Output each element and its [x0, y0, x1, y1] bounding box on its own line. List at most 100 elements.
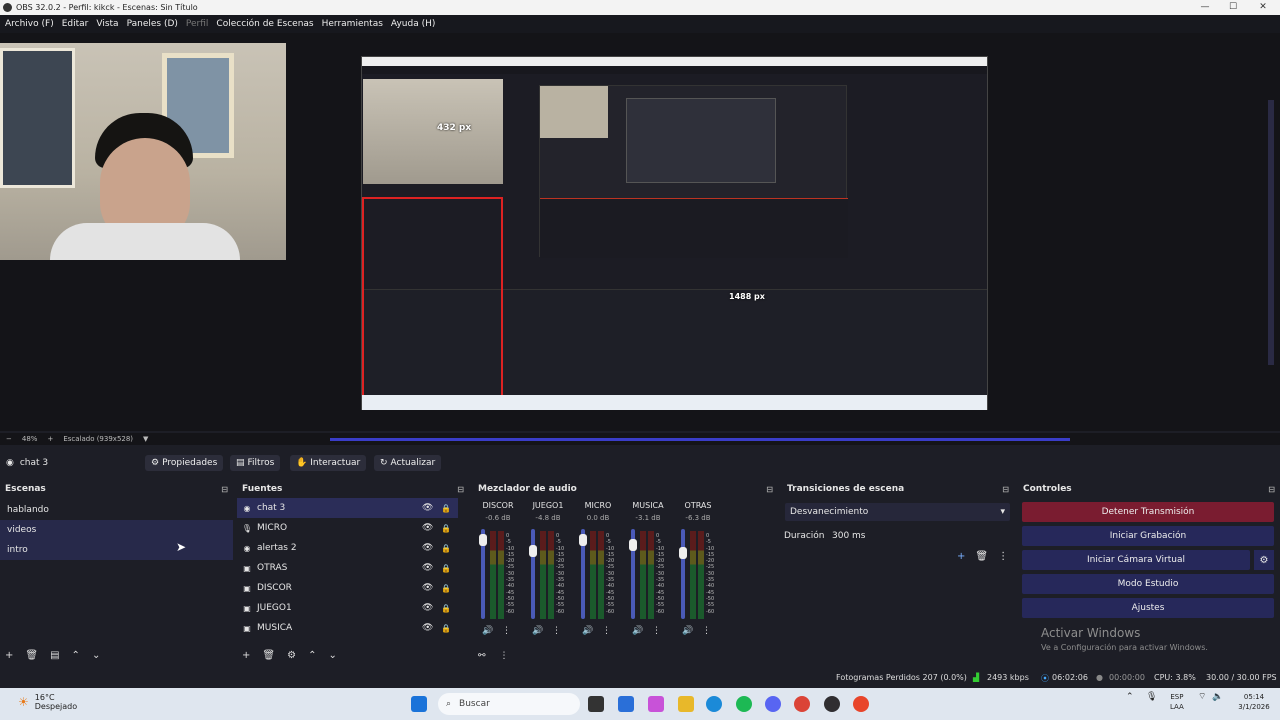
menu-vista[interactable]: Vista	[96, 19, 118, 29]
dock-menu-icon[interactable]: ⊟	[221, 485, 228, 494]
trash-icon[interactable]: 🗑	[262, 650, 275, 661]
fader-handle[interactable]	[679, 546, 687, 559]
lock-icon[interactable]: 🔒	[441, 524, 451, 533]
volume-icon[interactable]: 🔈	[1212, 692, 1223, 702]
lock-icon[interactable]: 🔒	[441, 604, 451, 613]
kebab-menu-icon[interactable]: ⋮	[602, 626, 611, 636]
add-icon[interactable]: +	[242, 650, 250, 661]
eye-icon[interactable]: 👁	[422, 623, 433, 633]
transition-select[interactable]: Desvanecimiento ▾	[785, 503, 1010, 521]
kebab-menu-icon[interactable]: ⋮	[502, 626, 511, 636]
trash-icon[interactable]: 🗑	[25, 650, 38, 661]
source-item[interactable]: ▣ JUEGO1 👁 🔒	[237, 598, 458, 618]
kebab-menu-icon[interactable]: ⋮	[500, 651, 509, 661]
store-icon[interactable]	[618, 696, 634, 712]
wifi-icon[interactable]: ⌔	[1198, 692, 1206, 702]
move-down-icon[interactable]: ⌄	[328, 650, 336, 661]
lock-icon[interactable]: 🔒	[441, 564, 451, 573]
source-item[interactable]: ◉ chat 3 👁 🔒	[237, 498, 458, 518]
studio-mode-button[interactable]: Modo Estudio	[1022, 574, 1274, 594]
edge-icon[interactable]	[706, 696, 722, 712]
filter-icon[interactable]: ▤	[50, 650, 59, 661]
source-item[interactable]: ▣ DISCOR 👁 🔒	[237, 578, 458, 598]
kebab-menu-icon[interactable]: ⋮	[998, 551, 1008, 562]
scene-item[interactable]: intro	[0, 540, 233, 560]
duration-input[interactable]: 300 ms	[828, 527, 1008, 544]
eye-icon[interactable]: 👁	[422, 603, 433, 613]
dock-menu-icon[interactable]: ⊟	[457, 485, 464, 494]
properties-button[interactable]: ⚙ Propiedades	[145, 455, 224, 471]
task-view-icon[interactable]	[588, 696, 604, 712]
move-down-icon[interactable]: ⌄	[92, 650, 100, 661]
add-icon[interactable]: +	[5, 650, 13, 661]
explorer-icon[interactable]	[678, 696, 694, 712]
fader-handle[interactable]	[579, 533, 587, 546]
refresh-button[interactable]: ↻ Actualizar	[374, 455, 442, 471]
speaker-icon[interactable]: 🔊	[632, 626, 643, 636]
eye-icon[interactable]: 👁	[422, 563, 433, 573]
zoom-in-button[interactable]: +	[47, 435, 53, 443]
lock-icon[interactable]: 🔒	[441, 504, 451, 513]
selection-box[interactable]	[362, 197, 503, 410]
mic-icon[interactable]: 🎙	[1146, 692, 1157, 702]
trash-icon[interactable]: 🗑	[975, 551, 988, 562]
menu-editar[interactable]: Editar	[62, 19, 89, 29]
add-icon[interactable]: +	[957, 551, 965, 562]
move-up-icon[interactable]: ⌃	[72, 650, 80, 661]
volume-fader[interactable]	[531, 529, 535, 619]
gear-icon[interactable]: ⚙	[287, 650, 296, 661]
eye-icon[interactable]: 👁	[422, 543, 433, 553]
menu-ayuda[interactable]: Ayuda (H)	[391, 19, 435, 29]
chrome-icon[interactable]	[794, 696, 810, 712]
close-button[interactable]: ✕	[1248, 0, 1278, 15]
kebab-menu-icon[interactable]: ⋮	[552, 626, 561, 636]
dock-menu-icon[interactable]: ⊟	[1002, 485, 1009, 494]
speaker-icon[interactable]: 🔊	[582, 626, 593, 636]
speaker-icon[interactable]: 🔊	[532, 626, 543, 636]
menu-herramientas[interactable]: Herramientas	[322, 19, 383, 29]
settings-button[interactable]: Ajustes	[1022, 598, 1274, 618]
source-item[interactable]: 🎙 MICRO 👁 🔒	[237, 518, 458, 538]
weather-widget[interactable]: ☀ 16°C Despejado	[18, 693, 77, 711]
preview-vertical-scrollbar[interactable]	[1268, 100, 1274, 365]
dock-menu-icon[interactable]: ⊟	[1268, 485, 1275, 494]
fader-handle[interactable]	[529, 545, 537, 557]
menu-paneles[interactable]: Paneles (D)	[127, 19, 178, 29]
language-indicator[interactable]: ESP LAA	[1170, 692, 1184, 712]
copilot-icon[interactable]	[648, 696, 664, 712]
speaker-icon[interactable]: 🔊	[482, 626, 493, 636]
volume-fader[interactable]	[681, 529, 685, 619]
display-capture-source[interactable]	[361, 56, 988, 410]
obs-icon[interactable]	[824, 696, 840, 712]
minimize-button[interactable]: —	[1190, 0, 1220, 15]
chevron-down-icon[interactable]: ▼	[143, 435, 148, 443]
scene-item[interactable]: hablando	[0, 500, 233, 520]
source-item[interactable]: ◉ alertas 2 👁 🔒	[237, 538, 458, 558]
lock-icon[interactable]: 🔒	[441, 544, 451, 553]
scene-item[interactable]: videos	[0, 520, 233, 540]
stop-streaming-button[interactable]: Detener Transmisión	[1022, 502, 1274, 522]
menu-perfil[interactable]: Perfil	[186, 19, 209, 29]
start-virtual-camera-button[interactable]: Iniciar Cámara Virtual	[1022, 550, 1250, 570]
taskbar-search[interactable]: ⌕ Buscar	[438, 693, 580, 715]
chevron-up-icon[interactable]: ⌃	[1126, 692, 1134, 702]
filters-button[interactable]: ▤ Filtros	[230, 455, 281, 471]
kebab-menu-icon[interactable]: ⋮	[652, 626, 661, 636]
windows-start-icon[interactable]	[411, 696, 427, 712]
preview-horizontal-scrollbar[interactable]	[330, 438, 1070, 441]
lock-icon[interactable]: 🔒	[441, 584, 451, 593]
eye-icon[interactable]: 👁	[422, 503, 433, 513]
spotify-icon[interactable]	[736, 696, 752, 712]
webcam-source[interactable]	[0, 43, 286, 260]
maximize-button[interactable]: ☐	[1218, 0, 1248, 15]
menu-archivo[interactable]: Archivo (F)	[5, 19, 54, 29]
eye-icon[interactable]: 👁	[422, 523, 433, 533]
lock-icon[interactable]: 🔒	[441, 624, 451, 633]
fader-handle[interactable]	[629, 539, 637, 552]
source-item[interactable]: ▣ OTRAS 👁 🔒	[237, 558, 458, 578]
fader-handle[interactable]	[479, 533, 487, 546]
app-icon[interactable]	[853, 696, 869, 712]
interact-button[interactable]: ✋ Interactuar	[290, 455, 367, 471]
discord-icon[interactable]	[765, 696, 781, 712]
source-item[interactable]: ▣ MUSICA 👁 🔒	[237, 618, 458, 638]
